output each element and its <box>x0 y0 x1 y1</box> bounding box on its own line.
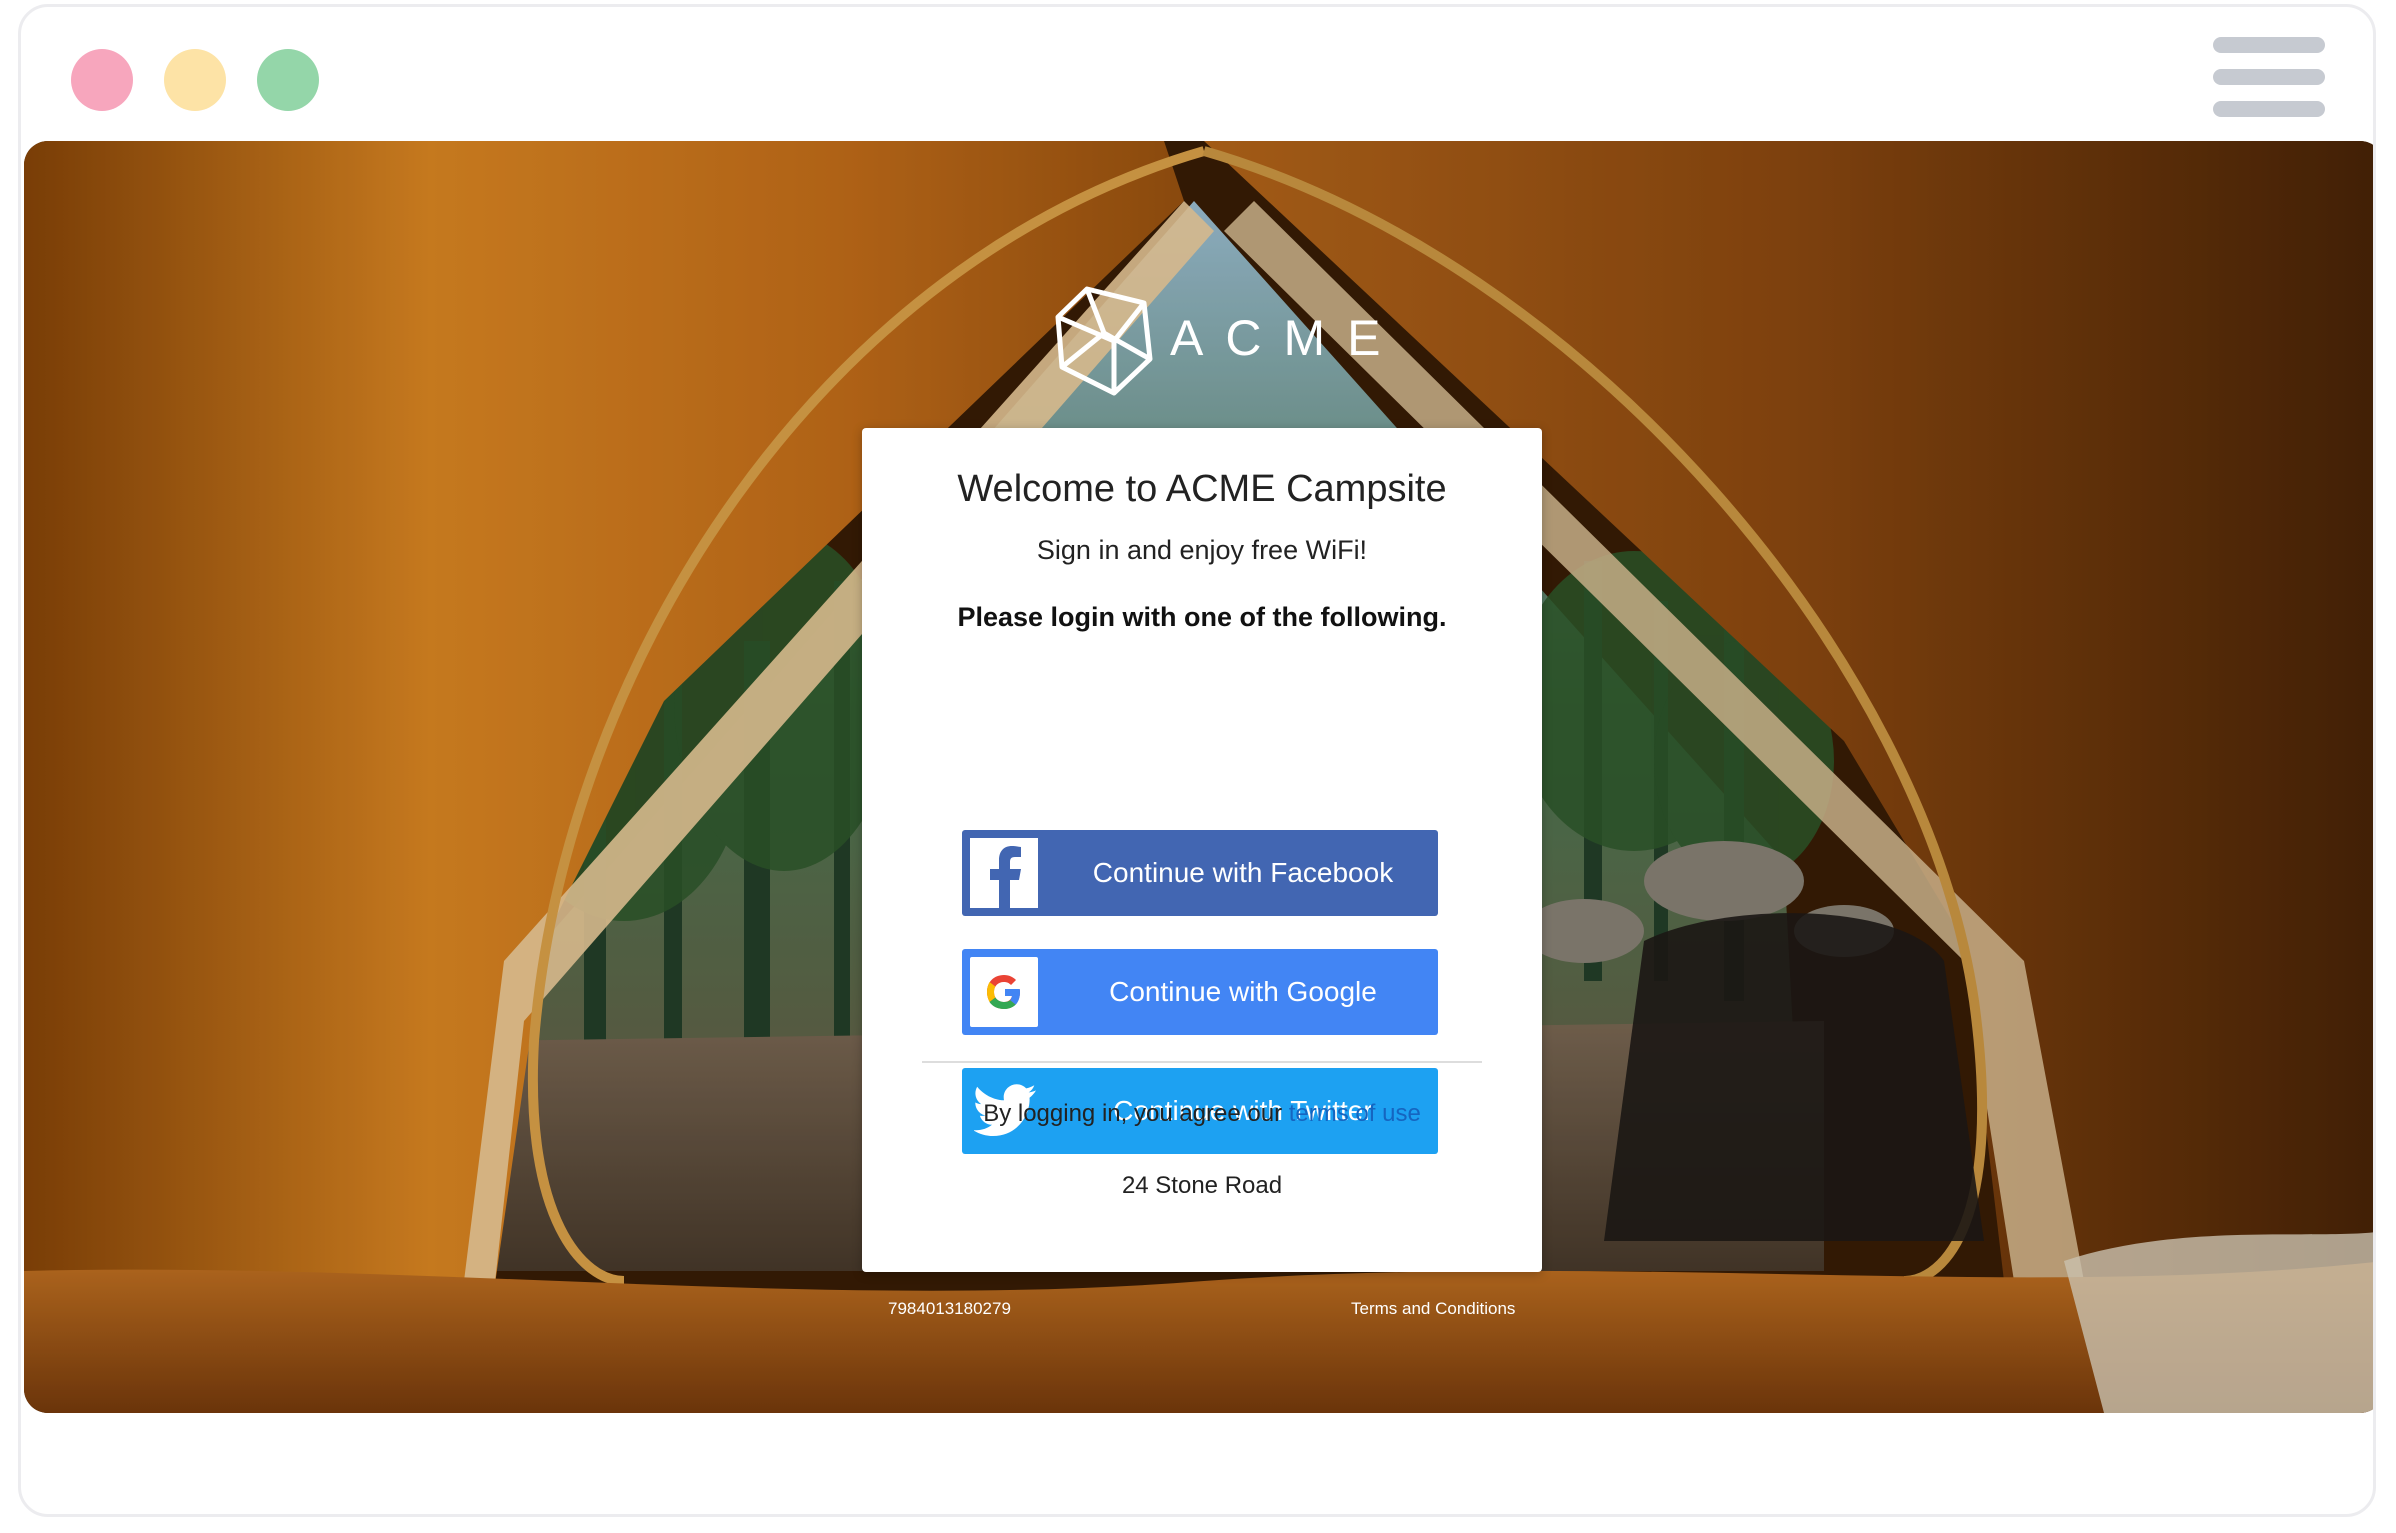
wifi-subtitle: Sign in and enjoy free WiFi! <box>1036 535 1368 565</box>
hamburger-menu-icon[interactable] <box>2213 37 2325 121</box>
footer-device-id: 7984013180279 <box>888 1299 1011 1318</box>
acme-logo-text: ACME <box>1170 310 1403 366</box>
login-card: Welcome to ACME Campsite Sign in and enj… <box>862 428 1542 1272</box>
browser-window: ACME Welcome to ACME Campsite Sign in an… <box>18 4 2376 1517</box>
maximize-window-dot[interactable] <box>257 49 319 111</box>
login-instruction: Please login with one of the following. <box>957 602 1447 632</box>
terms-agreement: By logging in, you agree our terms of us… <box>862 1100 1542 1128</box>
campsite-address: 24 Stone Road <box>1121 1172 1283 1199</box>
card-divider <box>922 1061 1482 1063</box>
acme-cube-logo-icon <box>1055 286 1153 396</box>
close-window-dot[interactable] <box>71 49 133 111</box>
terms-and-conditions-link[interactable]: Terms and Conditions <box>1351 1299 1515 1319</box>
continue-with-google-button[interactable]: Continue with Google <box>962 949 1438 1035</box>
agreement-text: By logging in, you agree our <box>983 1100 1283 1127</box>
terms-of-use-link[interactable]: terms of use <box>1289 1100 1421 1127</box>
google-button-label: Continue with Google <box>1109 976 1377 1007</box>
continue-with-facebook-button[interactable]: Continue with Facebook <box>962 830 1438 916</box>
google-icon <box>970 957 1038 1027</box>
captive-portal-page: ACME Welcome to ACME Campsite Sign in an… <box>24 141 2373 1413</box>
minimize-window-dot[interactable] <box>164 49 226 111</box>
acme-logo: ACME <box>1032 281 1392 401</box>
welcome-title: Welcome to ACME Campsite <box>957 468 1447 510</box>
facebook-button-label: Continue with Facebook <box>1092 857 1394 888</box>
facebook-icon <box>970 838 1038 908</box>
